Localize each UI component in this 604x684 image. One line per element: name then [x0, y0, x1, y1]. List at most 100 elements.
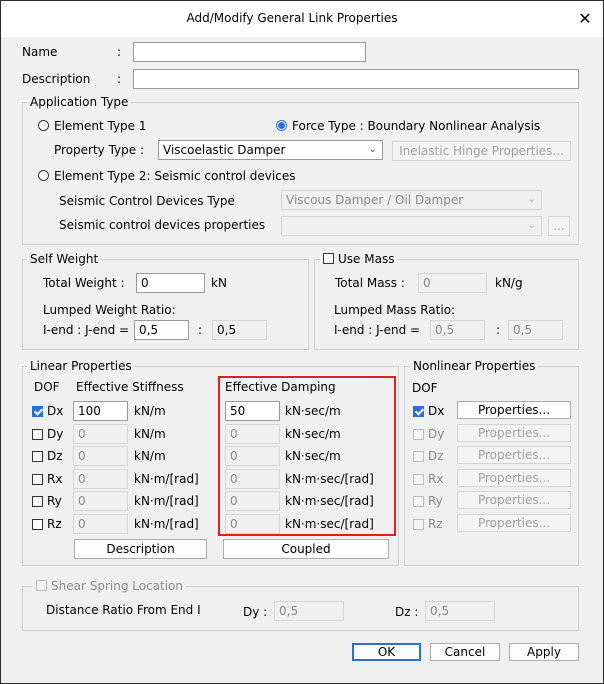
nonlinear-properties-group [404, 366, 579, 566]
nonlinear-dof-checkbox[interactable] [413, 451, 424, 462]
coupled-button[interactable]: Coupled [223, 539, 389, 559]
description-colon: : [117, 72, 122, 86]
nonlinear-dof-label: Rz [428, 517, 443, 531]
lumped-mass-label: Lumped Mass Ratio: [334, 303, 456, 317]
close-icon[interactable]: ✕ [575, 9, 595, 29]
nonlinear-dof-label: Dz [428, 449, 444, 463]
nonlinear-dof-checkbox[interactable] [413, 519, 424, 530]
chevron-down-icon: ⌄ [527, 194, 536, 205]
mass-j-end-input[interactable]: 0,5 [508, 320, 563, 340]
stiffness-input[interactable]: 100 [73, 401, 128, 421]
dof-label: Dz [47, 449, 63, 463]
chevron-down-icon: ⌄ [527, 220, 536, 231]
property-type-select[interactable]: Viscoelastic Damper ⌄ [158, 140, 383, 160]
description-button[interactable]: Description [74, 539, 207, 559]
use-mass-title-wrap: Use Mass [320, 252, 398, 266]
nonlinear-properties-button[interactable]: Properties... [457, 491, 571, 509]
use-mass-title: Use Mass [338, 252, 395, 266]
force-type-radio[interactable] [276, 120, 287, 131]
dz-input[interactable]: 0,5 [425, 601, 495, 621]
nonlinear-dof-checkbox[interactable] [413, 474, 424, 485]
mass-ratio-sep: : [496, 323, 501, 337]
weight-ratio-sep: : [198, 323, 203, 337]
dof-label: Ry [47, 494, 62, 508]
nonlinear-dof-checkbox[interactable] [413, 429, 424, 440]
total-weight-unit: kN [211, 276, 227, 290]
nonlinear-properties-button[interactable]: Properties... [457, 446, 571, 464]
total-weight-input[interactable]: 0 [136, 273, 205, 293]
weight-i-end-input[interactable]: 0,5 [134, 320, 189, 340]
lumped-weight-label: Lumped Weight Ratio: [43, 303, 176, 317]
dof-label: Rz [47, 517, 62, 531]
element-type-2-label: Element Type 2: Seismic control devices [54, 169, 296, 183]
stiffness-input[interactable]: 0 [73, 491, 128, 511]
mass-iend-label: I-end : J-end = [334, 323, 421, 337]
dof-checkbox[interactable] [32, 429, 43, 440]
dy-input[interactable]: 0,5 [274, 601, 344, 621]
nonlinear-properties-button[interactable]: Properties... [457, 469, 571, 487]
seismic-props-select[interactable]: ⌄ [281, 216, 542, 236]
seismic-props-ellipsis-button[interactable]: ... [548, 216, 570, 236]
force-type-label: Force Type : Boundary Nonlinear Analysis [292, 119, 541, 133]
mass-i-end-input[interactable]: 0,5 [430, 320, 485, 340]
shear-spring-title: Shear Spring Location [51, 579, 183, 593]
description-label: Description [22, 72, 91, 86]
nonlinear-dof-checkbox[interactable] [413, 496, 424, 507]
stiffness-input[interactable]: 0 [73, 469, 128, 489]
cancel-button[interactable]: Cancel [430, 643, 500, 661]
inelastic-hinge-button[interactable]: Inelastic Hinge Properties... [392, 141, 571, 161]
description-input[interactable] [133, 69, 579, 89]
dof-checkbox[interactable] [32, 406, 43, 417]
damping-highlight-box [218, 376, 396, 536]
nonlinear-dof-label: Ry [428, 494, 443, 508]
dz-label: Dz : [395, 605, 419, 619]
seismic-type-value: Viscous Damper / Oil Damper [286, 193, 464, 207]
stiffness-unit: kN·m/[rad] [134, 517, 199, 531]
nonlinear-dof-label: Dy [428, 427, 445, 441]
dof-label: Dy [47, 427, 64, 441]
element-type-1-radio[interactable] [38, 120, 49, 131]
ok-button[interactable]: OK [352, 643, 421, 661]
application-type-title: Application Type [27, 95, 132, 109]
property-type-label: Property Type : [54, 143, 145, 157]
element-type-2-radio[interactable] [38, 170, 49, 181]
stiffness-unit: kN/m [134, 404, 166, 418]
shear-spring-title-wrap: Shear Spring Location [33, 579, 186, 593]
apply-button[interactable]: Apply [509, 643, 579, 661]
dof-label: Dx [47, 404, 64, 418]
dof-checkbox[interactable] [32, 474, 43, 485]
chevron-down-icon: ⌄ [368, 144, 377, 155]
dof-checkbox[interactable] [32, 451, 43, 462]
stiffness-unit: kN·m/[rad] [134, 494, 199, 508]
nonlinear-dof-header: DOF [412, 381, 438, 395]
effective-stiffness-header: Effective Stiffness [76, 380, 184, 394]
linear-properties-title: Linear Properties [27, 359, 135, 373]
dy-label: Dy : [243, 605, 268, 619]
nonlinear-dof-checkbox[interactable] [413, 406, 424, 417]
seismic-type-select[interactable]: Viscous Damper / Oil Damper ⌄ [281, 190, 542, 210]
seismic-type-label: Seismic Control Devices Type [59, 194, 235, 208]
nonlinear-properties-button[interactable]: Properties... [457, 401, 571, 419]
dof-checkbox[interactable] [32, 496, 43, 507]
linear-dof-header: DOF [34, 380, 60, 394]
nonlinear-properties-button[interactable]: Properties... [457, 424, 571, 442]
nonlinear-properties-title: Nonlinear Properties [410, 359, 539, 373]
shear-spring-checkbox[interactable] [36, 580, 47, 591]
element-type-1-label: Element Type 1 [54, 119, 147, 133]
use-mass-checkbox[interactable] [323, 253, 334, 264]
name-label: Name [22, 45, 58, 59]
nonlinear-properties-button[interactable]: Properties... [457, 514, 571, 532]
name-colon: : [117, 45, 122, 59]
stiffness-input[interactable]: 0 [73, 446, 128, 466]
stiffness-unit: kN/m [134, 449, 166, 463]
weight-iend-label: I-end : J-end = [43, 323, 130, 337]
title-bar: Add/Modify General Link Properties ✕ [1, 1, 603, 37]
dof-label: Rx [47, 472, 63, 486]
stiffness-input[interactable]: 0 [73, 514, 128, 534]
dof-checkbox[interactable] [32, 519, 43, 530]
name-input[interactable] [133, 42, 366, 62]
total-mass-input[interactable]: 0 [418, 273, 487, 293]
window-title: Add/Modify General Link Properties [186, 11, 398, 25]
weight-j-end-input[interactable]: 0,5 [212, 320, 267, 340]
stiffness-input[interactable]: 0 [73, 424, 128, 444]
